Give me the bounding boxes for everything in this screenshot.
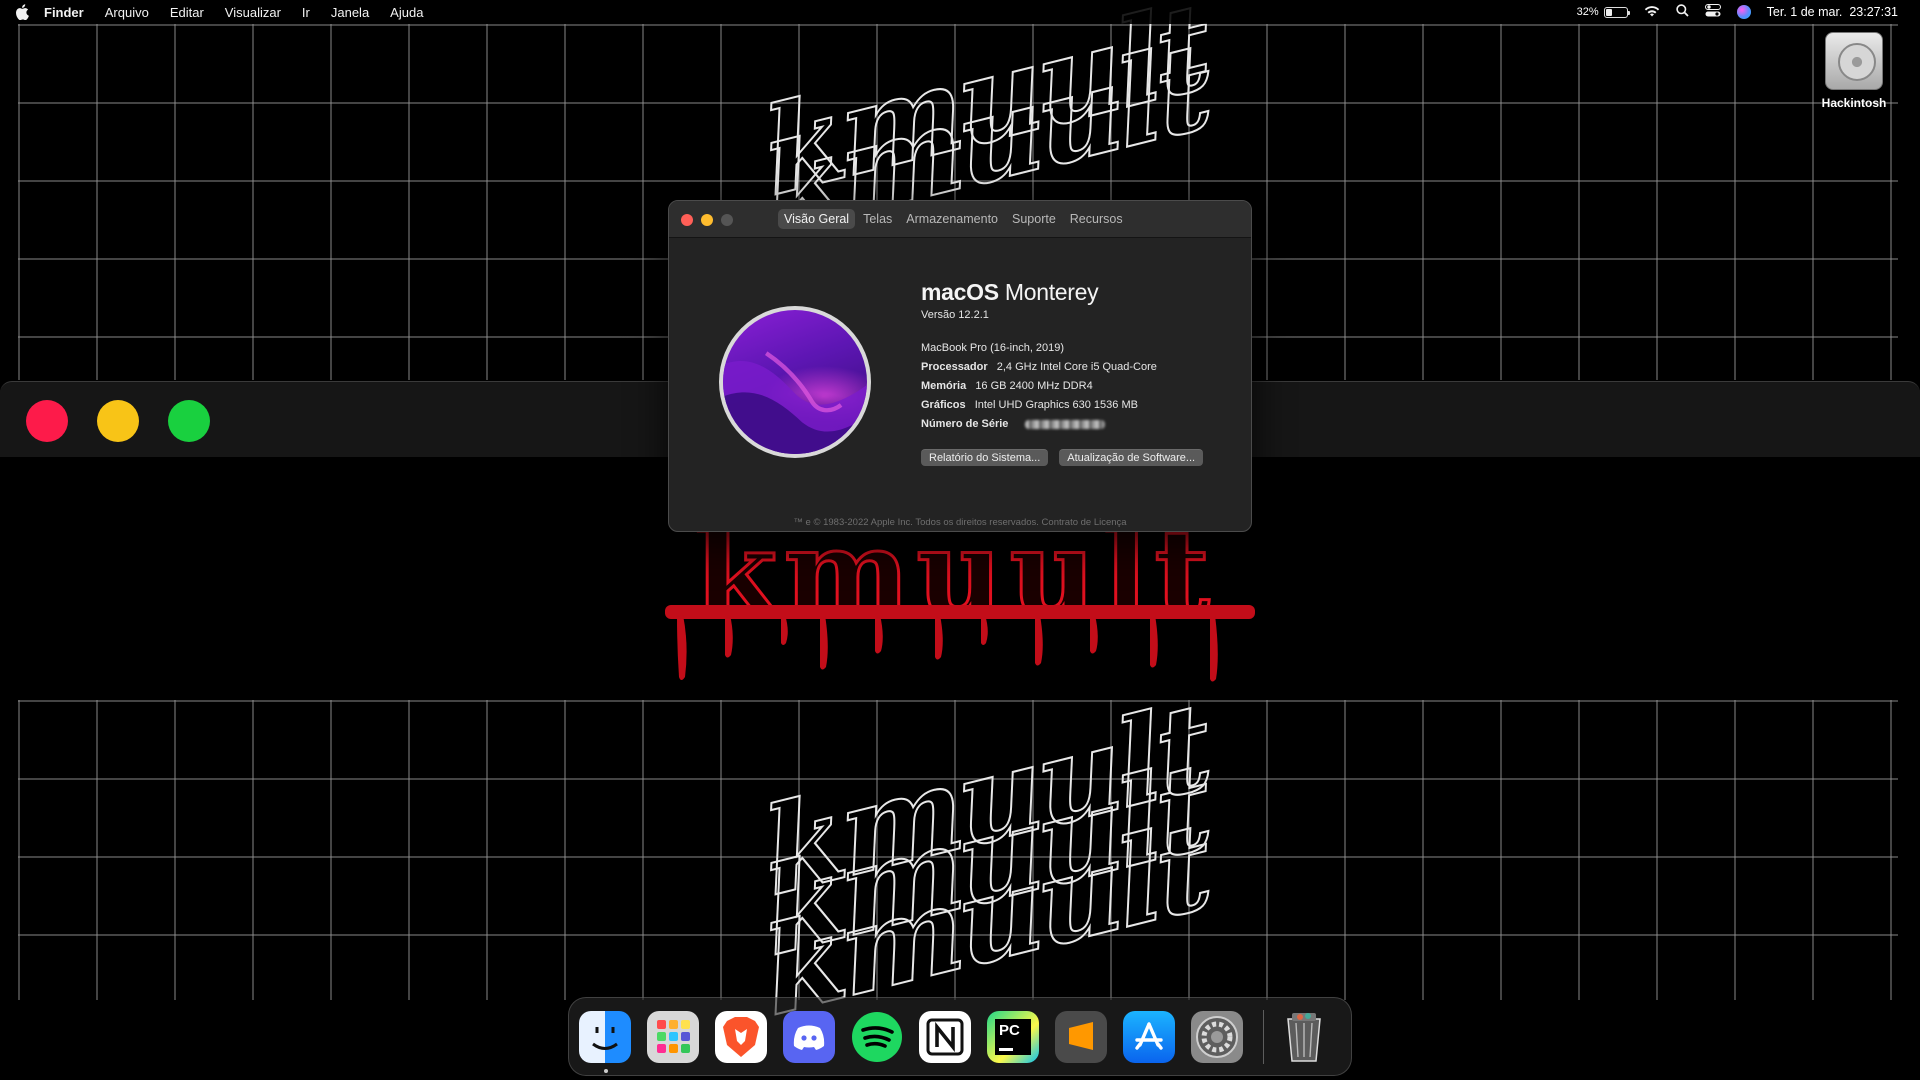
os-name: macOS — [921, 279, 999, 305]
dock-sublime-icon[interactable] — [1055, 1010, 1107, 1063]
tab-armazenamento[interactable]: Armazenamento — [900, 209, 1004, 229]
menu-visualizar[interactable]: Visualizar — [225, 5, 281, 20]
desktop-icon-label: Hackintosh — [1821, 96, 1887, 110]
hard-drive-icon — [1825, 32, 1883, 90]
window-titlebar: Visão Geral Telas Armazenamento Suporte … — [669, 201, 1251, 238]
spec-processor: Processador 2,4 GHz Intel Core i5 Quad-C… — [921, 361, 1241, 380]
zoom-button — [721, 214, 733, 226]
battery-level — [1605, 8, 1612, 16]
tab-recursos[interactable]: Recursos — [1064, 209, 1129, 229]
desktop-icon-hackintosh[interactable]: Hackintosh — [1814, 32, 1894, 110]
menu-bar: Finder Arquivo Editar Visualizar Ir Jane… — [0, 0, 1920, 24]
minimize-window-button[interactable] — [97, 400, 139, 442]
os-release-name: Monterey — [1004, 279, 1099, 305]
dock-launchpad-icon[interactable] — [647, 1010, 699, 1063]
dock-pycharm-icon[interactable]: PC — [987, 1010, 1039, 1063]
spec-list: MacBook Pro (16-inch, 2019) Processador … — [921, 342, 1241, 437]
dock-brave-icon[interactable] — [715, 1010, 767, 1063]
menu-clock[interactable]: Ter. 1 de mar. 23:27:31 — [1767, 5, 1898, 19]
zoom-window-button[interactable] — [168, 400, 210, 442]
spec-value: Intel UHD Graphics 630 1536 MB — [974, 399, 1138, 411]
minimize-button[interactable] — [701, 214, 713, 226]
dock: PC — [568, 997, 1352, 1076]
os-version: Versão 12.2.1 — [921, 309, 989, 321]
spec-label: Processador — [921, 361, 988, 373]
dock-system-preferences-icon[interactable] — [1191, 1010, 1243, 1063]
battery-status[interactable]: 32% — [1576, 6, 1630, 18]
menu-ir[interactable]: Ir — [302, 5, 310, 20]
control-center-icon[interactable] — [1704, 4, 1721, 20]
menu-arquivo[interactable]: Arquivo — [105, 5, 149, 20]
menu-editar[interactable]: Editar — [170, 5, 204, 20]
spec-graphics: Gráficos Intel UHD Graphics 630 1536 MB — [921, 399, 1241, 418]
spec-value: 2,4 GHz Intel Core i5 Quad-Core — [996, 361, 1157, 373]
system-report-button[interactable]: Relatório do Sistema... — [921, 449, 1049, 466]
spec-model: MacBook Pro (16-inch, 2019) — [921, 342, 1241, 361]
menu-janela[interactable]: Janela — [331, 5, 369, 20]
dock-spotify-icon[interactable] — [851, 1011, 903, 1063]
spec-serial: Número de Série — [921, 418, 1241, 437]
action-buttons: Relatório do Sistema... Atualização de S… — [921, 449, 1241, 466]
desktop-wallpaper: kmuult kmuult kmuult kmuult kmuult kmuul… — [0, 0, 1920, 1080]
spec-label: Número de Série — [921, 418, 1009, 430]
tab-suporte[interactable]: Suporte — [1006, 209, 1062, 229]
dock-notion-icon[interactable] — [919, 1010, 971, 1063]
os-title: macOS Monterey — [921, 279, 1241, 306]
dock-separator — [1263, 1009, 1264, 1064]
copyright-footer: ™ e © 1983-2022 Apple Inc. Todos os dire… — [793, 517, 1127, 528]
menu-app-name[interactable]: Finder — [44, 5, 84, 20]
dock-discord-icon[interactable] — [783, 1010, 835, 1063]
spec-label: Gráficos — [921, 399, 966, 411]
model-name: MacBook Pro (16-inch, 2019) — [921, 342, 1065, 354]
apple-icon[interactable] — [0, 4, 44, 20]
wifi-icon[interactable] — [1644, 5, 1660, 20]
search-icon[interactable] — [1675, 4, 1689, 20]
macos-monterey-logo — [719, 306, 871, 458]
dock-appstore-icon[interactable] — [1123, 1010, 1175, 1063]
software-update-button[interactable]: Atualização de Software... — [1059, 449, 1204, 466]
wallpaper-blood-text: kmuult — [665, 505, 1255, 682]
close-window-button[interactable] — [26, 400, 68, 442]
siri-icon[interactable] — [1736, 5, 1751, 19]
tab-telas[interactable]: Telas — [857, 209, 898, 229]
about-this-mac-window: Visão Geral Telas Armazenamento Suporte … — [668, 200, 1252, 532]
spec-memory: Memória 16 GB 2400 MHz DDR4 — [921, 380, 1241, 399]
dock-finder-icon[interactable] — [579, 1010, 631, 1063]
spec-value: 16 GB 2400 MHz DDR4 — [975, 380, 1093, 392]
battery-icon — [1603, 6, 1630, 18]
dock-running-indicator — [604, 1069, 608, 1073]
tab-visao-geral[interactable]: Visão Geral — [778, 209, 856, 229]
close-button[interactable] — [681, 214, 693, 226]
spec-label: Memória — [921, 380, 967, 392]
battery-percent: 32% — [1576, 6, 1599, 18]
menu-ajuda[interactable]: Ajuda — [390, 5, 423, 20]
tab-bar: Visão Geral Telas Armazenamento Suporte … — [778, 209, 1129, 229]
dock-trash-icon[interactable] — [1278, 1011, 1330, 1063]
system-info: macOS Monterey Versão 12.2.1 MacBook Pro… — [921, 279, 1241, 466]
serial-number-redacted — [1025, 419, 1106, 429]
